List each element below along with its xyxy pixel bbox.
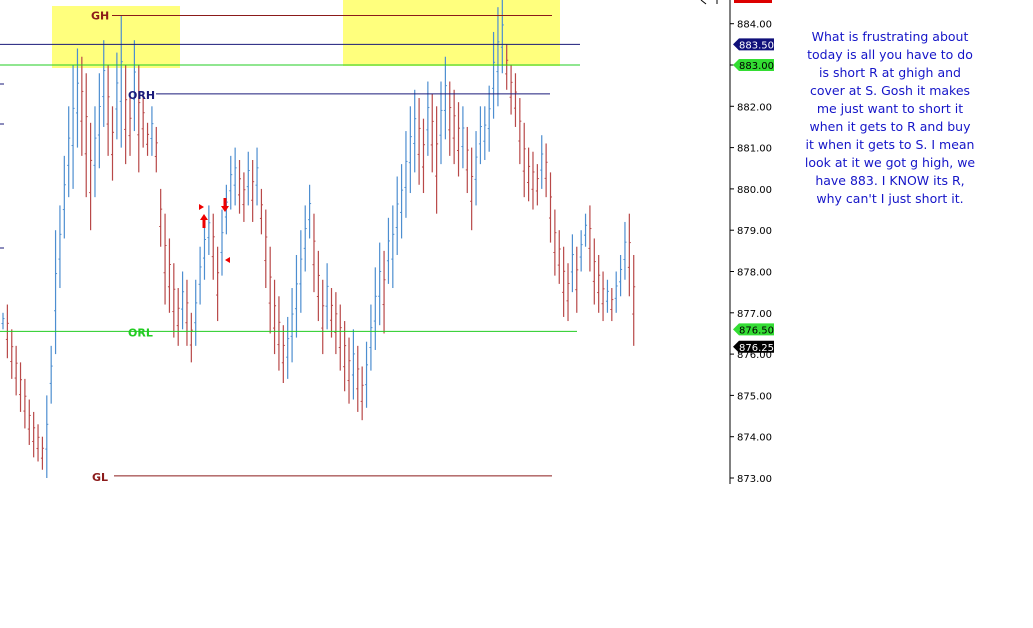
level-label-orh: ORH [128,89,155,102]
price-tags: 883.50 883.00 876.50 876.25 [733,38,774,354]
price-tick-label: 882.00 [737,102,772,113]
axis-top-clipped-tag [734,0,772,3]
price-axis: 884.00 883.00 882.00 881.00 880.00 879.00 878.… [700,0,772,485]
price-tick-label: 873.00 [737,474,772,485]
annotation-line: it when it gets to S. I mean [805,137,975,152]
price-tick-label: 880.00 [737,185,772,196]
price-tick-label: 881.00 [737,144,772,155]
price-tick-label: 874.00 [737,433,772,444]
annotation-line: me just want to short it [816,101,964,116]
annotation-line: today is all you have to do [807,47,973,62]
annotation-line: cover at S. Gosh it makes [809,83,971,98]
price-tag-label: 883.50 [739,40,774,51]
level-label-orl: ORL [128,326,153,339]
price-bars [1,0,636,478]
price-tick-label: 875.00 [737,391,772,402]
annotation-text: What is frustrating about today is all yo… [800,28,980,208]
entry-marker-icon [199,204,204,210]
annotation-line: What is frustrating about [811,29,969,44]
price-tag-label: 883.00 [739,61,774,72]
highlight-zones [52,0,560,68]
axis-top-mark [700,0,707,5]
annotation-line: when it gets to R and buy [809,119,971,134]
highlight-zone-right [343,0,560,66]
price-tick-label: 878.00 [737,268,772,279]
annotation-line: have 883. I KNOW its R, [815,173,965,188]
annotation-line: look at it we got g high, we [804,155,976,170]
exit-marker-icon [225,257,230,263]
annotation-line: is short R at ghigh and [819,65,961,80]
price-tick-label: 877.00 [737,309,772,320]
price-tag-label: 876.50 [739,325,774,336]
left-axis-ticks [0,83,4,249]
price-tick-label: 879.00 [737,226,772,237]
trade-markers [199,198,230,263]
annotation-line: why can't I just short it. [816,191,964,206]
level-label-gl: GL [92,471,108,484]
up-arrow-icon [200,214,208,228]
price-tag-label: 876.25 [739,343,774,354]
level-label-gh: GH [91,9,109,22]
price-tick-label: 884.00 [737,20,772,31]
